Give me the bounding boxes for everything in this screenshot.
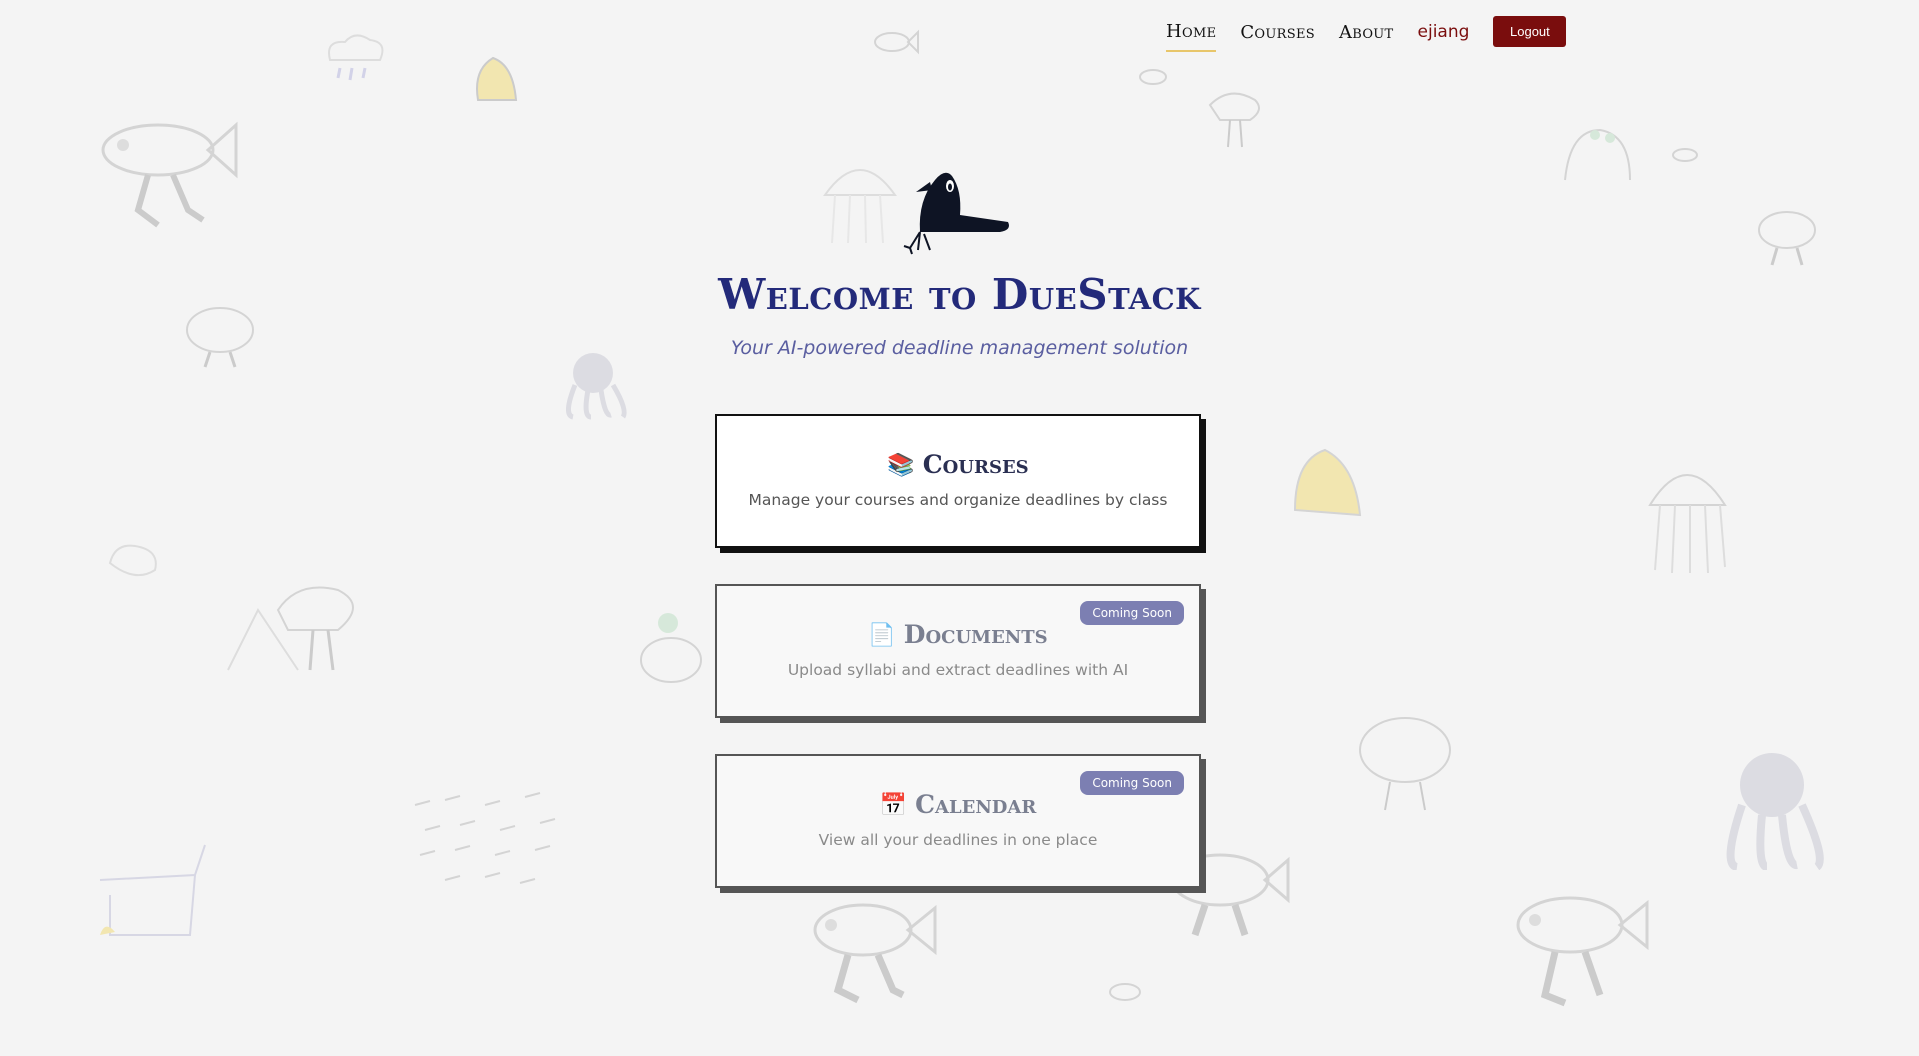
calendar-card[interactable]: Coming Soon 📅 Calendar View all your dea…: [715, 754, 1201, 888]
documents-card-description: Upload syllabi and extract deadlines wit…: [787, 661, 1129, 679]
fish-bottom-doodle-icon: [803, 890, 938, 1005]
blob-doodle-icon: [105, 538, 165, 583]
jellyfish-behind-logo-doodle-icon: [820, 145, 900, 245]
nav-courses-link[interactable]: Courses: [1240, 18, 1315, 51]
lemon-doodle-icon: [468, 50, 523, 110]
page: Home Courses About ejiang Logout Welcome…: [0, 0, 1919, 1056]
fish-doodle-icon: [88, 100, 238, 235]
octopus-green-doodle-icon: [1555, 120, 1640, 195]
calendar-icon: 📅: [879, 791, 908, 818]
current-username: ejiang: [1417, 22, 1470, 42]
crow-mascot-icon: [890, 160, 1020, 260]
tiny-fish-right-doodle-icon: [1670, 140, 1705, 170]
courses-card-title: 📚 Courses: [717, 450, 1199, 479]
helmet-right-doodle-icon: [1350, 705, 1465, 815]
calendar-card-description: View all your deadlines in one place: [818, 831, 1098, 849]
fish-bottom-right-doodle-icon: [1505, 885, 1650, 1010]
top-nav: Home Courses About ejiang Logout: [1166, 14, 1567, 54]
tiny-fish-bottom-doodle-icon: [1105, 975, 1150, 1010]
coming-soon-badge: Coming Soon: [1080, 771, 1184, 795]
calendar-card-label: Calendar: [915, 790, 1037, 819]
documents-card[interactable]: Coming Soon 📄 Documents Upload syllabi a…: [715, 584, 1201, 718]
documents-card-label: Documents: [903, 620, 1048, 649]
fish-school-doodle-icon: [405, 785, 570, 900]
courses-card-description: Manage your courses and organize deadlin…: [748, 491, 1168, 509]
page-title: Welcome to DueStack: [718, 270, 1201, 319]
octopus-right-doodle-icon: [1712, 745, 1827, 870]
nav-home-link[interactable]: Home: [1166, 17, 1217, 52]
seagull-doodle-icon: [1200, 75, 1270, 150]
tiny-fish-doodle-icon: [1135, 60, 1175, 95]
cloud-doodle-icon: [320, 30, 390, 85]
seagull-left-doodle-icon: [218, 570, 373, 675]
fish-mid-left-doodle-icon: [633, 605, 708, 710]
small-fish-doodle-icon: [870, 22, 920, 62]
logout-button[interactable]: Logout: [1493, 15, 1567, 47]
coming-soon-badge: Coming Soon: [1080, 601, 1184, 625]
courses-card[interactable]: 📚 Courses Manage your courses and organi…: [715, 414, 1201, 548]
books-icon: 📚: [887, 451, 915, 478]
courses-card-label: Courses: [922, 450, 1029, 479]
page-subtitle: Your AI-powered deadline management solu…: [730, 337, 1189, 359]
lemon-right-doodle-icon: [1285, 440, 1370, 525]
bird-right-doodle-icon: [1752, 200, 1827, 270]
document-icon: 📄: [868, 621, 896, 648]
boot-doodle-icon: [95, 840, 215, 950]
nav-about-link[interactable]: About: [1339, 18, 1394, 51]
jellyfish-doodle-icon: [1640, 435, 1735, 575]
